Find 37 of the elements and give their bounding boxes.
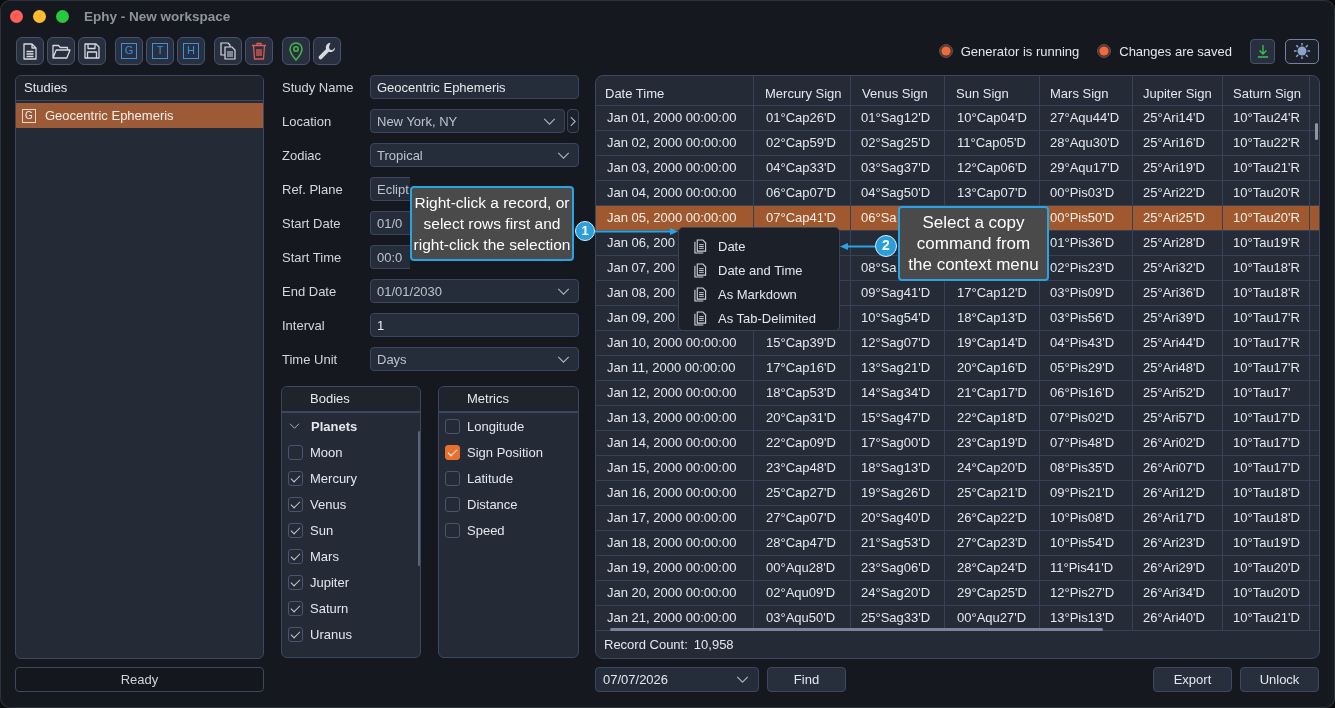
- record-count-label: Record Count:: [604, 637, 688, 652]
- field-label: Zodiac: [281, 147, 323, 163]
- checkbox-label: Jupiter: [310, 574, 350, 590]
- checkbox-label: Mercury: [310, 470, 357, 486]
- panel-header: Bodies: [282, 387, 420, 413]
- table-cell: 26°Ari40'D: [1133, 606, 1223, 631]
- field-label: Start Time: [281, 249, 343, 265]
- checkbox-label: Latitude: [467, 470, 514, 486]
- panel-header: Studies: [16, 76, 263, 101]
- field-label: Study Name: [281, 79, 355, 95]
- record-count-value: 10,958: [693, 637, 734, 652]
- callout: Select a copy command from the context menu: [898, 206, 1049, 281]
- field-label: Ref. Plane: [281, 181, 344, 197]
- checkbox-label: Uranus: [310, 626, 352, 642]
- checkbox-label: Venus: [310, 496, 347, 512]
- panel-header: Metrics: [439, 387, 578, 413]
- checkbox-label: Speed: [467, 522, 505, 538]
- field-label: Start Date: [281, 215, 342, 231]
- checkbox-label: Longitude: [467, 418, 525, 434]
- callout: Right-click a record, or select rows first and right-click the selection: [410, 186, 574, 261]
- checkbox-label: Sign Position: [467, 444, 543, 460]
- checkbox-label: Moon: [310, 444, 343, 460]
- status-bar: Ready: [15, 667, 264, 692]
- checkbox-label: Distance: [467, 496, 518, 512]
- table-cell: 10°Tau21'D: [1223, 606, 1310, 631]
- field-label: Time Unit: [281, 351, 339, 367]
- status-label: Generator is running: [960, 43, 1080, 59]
- field-label: Interval: [281, 317, 326, 333]
- window-title: Ephy - New workspace: [84, 9, 231, 24]
- field-label: Location: [281, 113, 333, 129]
- type-tag: G: [22, 108, 36, 123]
- checkbox-label: Sun: [310, 522, 334, 538]
- step-marker: 1: [575, 221, 595, 241]
- status-label: Changes are saved: [1119, 43, 1232, 59]
- checkbox-label: Mars: [310, 548, 339, 564]
- checkbox-label: Saturn: [310, 600, 349, 616]
- field-label: End Date: [281, 283, 338, 299]
